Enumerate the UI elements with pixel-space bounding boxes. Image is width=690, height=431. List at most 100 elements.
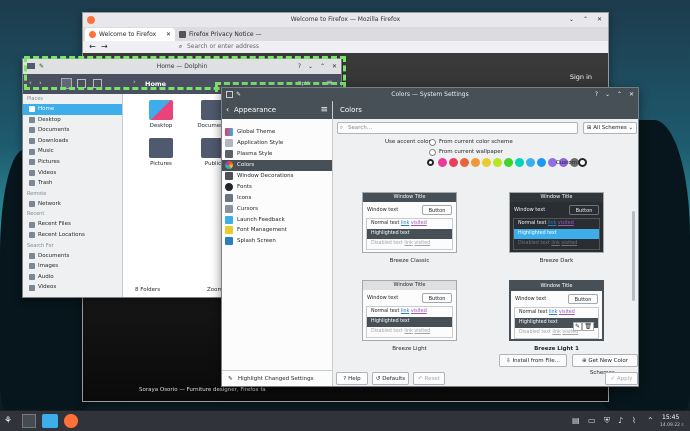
color-scheme-card[interactable]: Window Title Window text Button Normal text…	[362, 280, 457, 341]
sidebar-item-icons[interactable]: Icons	[222, 192, 332, 203]
settings-title: Colors — System Settings	[391, 91, 469, 98]
search-icon: ⌕	[340, 125, 344, 131]
volume-icon[interactable]: ♪	[618, 416, 623, 425]
accent-swatch[interactable]	[482, 158, 491, 167]
search-documents[interactable]: Documents	[23, 251, 122, 262]
tab-privacy[interactable]: Firefox Privacy Notice —	[175, 28, 263, 41]
shield-icon[interactable]: ⛨	[604, 416, 610, 426]
sidebar-item-cursors[interactable]: Cursors	[222, 203, 332, 214]
accent-swatch[interactable]	[449, 158, 458, 167]
place-recent-locations[interactable]: Recent Locations	[23, 230, 122, 241]
search-input[interactable]: ⌕ Search...	[337, 122, 578, 134]
sidebar-item-splash-screen[interactable]: Splash Screen	[222, 236, 332, 247]
scheme-disabled-row: Disabled text link visited	[371, 329, 431, 334]
minimize-icon[interactable]: ⌄	[569, 13, 574, 27]
place-trash[interactable]: Trash	[23, 178, 122, 189]
color-scheme-card[interactable]: Window Title Window text Button Normal text…	[509, 280, 604, 341]
app-launcher-icon[interactable]: ⚘	[4, 416, 12, 426]
delete-scheme-icon[interactable]: 🗑	[582, 322, 594, 331]
accent-swatch[interactable]	[438, 158, 447, 167]
folder-pictures[interactable]: Pictures	[145, 138, 177, 167]
sidebar-item-application-style[interactable]: Application Style	[222, 138, 332, 149]
page-tab-icon	[179, 31, 186, 38]
maximize-icon[interactable]: ⌃	[583, 13, 588, 27]
scheme-normal-row: Normal text link visited	[371, 221, 427, 226]
place-pictures[interactable]: Pictures	[23, 157, 122, 168]
dolphin-task-icon[interactable]	[42, 414, 58, 428]
accent-radio-custom[interactable]	[427, 159, 434, 166]
sidebar-item-global-theme[interactable]: Global Theme	[222, 127, 332, 138]
sidebar-item-fonts[interactable]: Fonts	[222, 181, 332, 192]
place-music[interactable]: Music	[23, 146, 122, 157]
hamburger-menu-icon[interactable]: ≡	[320, 101, 328, 119]
place-downloads[interactable]: Downloads	[23, 136, 122, 147]
display-icon[interactable]: ▭	[588, 416, 596, 425]
sidebar-item-plasma-style[interactable]: Plasma Style	[222, 149, 332, 160]
reset-button[interactable]: ↶ Reset	[413, 372, 445, 385]
firefox-task-icon[interactable]	[64, 414, 78, 428]
back-icon[interactable]: ←	[89, 42, 96, 51]
sidebar-item-window-decorations[interactable]: Window Decorations	[222, 171, 332, 182]
colors-icon	[225, 161, 233, 170]
tab-welcome[interactable]: Welcome to Firefox ✕	[85, 28, 175, 41]
accent-swatch[interactable]	[471, 158, 480, 167]
minimize-icon[interactable]: ⌄	[605, 88, 610, 101]
forward-icon[interactable]: →	[101, 42, 108, 51]
scheme-highlighted-row: Highlighted text	[367, 317, 452, 327]
custom-color-button[interactable]	[578, 158, 587, 167]
accent-radio-scheme[interactable]	[429, 139, 436, 146]
search-images[interactable]: Images	[23, 261, 122, 272]
accent-swatch[interactable]	[515, 158, 524, 167]
scheme-window-title: Window Title	[363, 193, 456, 202]
edit-scheme-icon[interactable]: ✎	[572, 322, 582, 331]
close-icon[interactable]: ✕	[629, 88, 634, 101]
place-desktop[interactable]: Desktop	[23, 115, 122, 126]
settings-titlebar[interactable]: ✎ Colors — System Settings ? ⌄ ⌃ ✕	[222, 88, 638, 101]
place-documents[interactable]: Documents	[23, 125, 122, 136]
accent-swatch[interactable]	[537, 158, 546, 167]
apply-button[interactable]: ✓ Apply	[605, 372, 638, 385]
pager-icon[interactable]	[22, 414, 36, 428]
network-icon[interactable]: ⌇	[632, 416, 636, 425]
sidebar-item-colors[interactable]: Colors	[222, 159, 332, 171]
scheme-filter-dropdown[interactable]: ⊞ All Schemes ⌄	[583, 122, 637, 134]
expand-tray-icon[interactable]: ⌃	[647, 416, 654, 425]
scheme-disabled-row: Disabled text link visited	[518, 241, 578, 246]
pin-icon[interactable]: ✎	[236, 88, 241, 101]
sidebar-item-font-management[interactable]: Font Management	[222, 225, 332, 236]
search-audio[interactable]: Audio	[23, 272, 122, 283]
color-scheme-card[interactable]: Window Title Window text Button Normal text…	[362, 192, 457, 253]
place-videos[interactable]: Videos	[23, 168, 122, 179]
color-scheme-card[interactable]: Window Title Window text Button Normal text…	[509, 192, 604, 253]
close-icon[interactable]: ✕	[597, 13, 602, 27]
firefox-titlebar[interactable]: Welcome to Firefox — Mozilla Firefox ⌄ ⌃…	[83, 13, 608, 27]
install-from-file-button[interactable]: ⇩ Install from File...	[499, 354, 567, 367]
help-button[interactable]: ? Help	[336, 372, 368, 385]
help-icon[interactable]: ?	[595, 88, 598, 101]
accent-swatch[interactable]	[493, 158, 502, 167]
accent-swatch[interactable]	[526, 158, 535, 167]
folder-desktop[interactable]: Desktop	[145, 100, 177, 129]
place-home[interactable]: Home	[23, 104, 122, 115]
accent-swatch[interactable]	[504, 158, 513, 167]
place-recent-files[interactable]: Recent Files	[23, 219, 122, 230]
accent-swatch[interactable]	[460, 158, 469, 167]
get-new-schemes-button[interactable]: ⊕ Get New Color Schemes...	[572, 354, 638, 376]
clock-time[interactable]: 15:45	[662, 414, 679, 421]
search-videos[interactable]: Videos	[23, 282, 122, 293]
sidebar-item-launch-feedback[interactable]: Launch Feedback	[222, 214, 332, 225]
back-icon[interactable]: ‹	[226, 101, 229, 119]
highlight-changed-button[interactable]: ✎ Highlight Changed Settings	[222, 370, 332, 386]
close-tab-icon[interactable]: ✕	[166, 28, 171, 41]
documents-icon	[29, 127, 35, 134]
defaults-button[interactable]: ↺ Defaults	[372, 372, 409, 385]
address-bar[interactable]: Search or enter address	[187, 43, 259, 50]
clipboard-icon[interactable]: ▤	[572, 416, 580, 425]
accent-radio-wallpaper[interactable]	[429, 149, 436, 156]
signin-link[interactable]: Sign in	[570, 73, 592, 81]
scrollbar[interactable]	[632, 211, 635, 301]
place-network[interactable]: Network	[23, 199, 122, 210]
clock-date[interactable]: 14.09.22 r.	[660, 423, 684, 428]
maximize-icon[interactable]: ⌃	[617, 88, 622, 101]
font-management-icon	[225, 226, 233, 235]
